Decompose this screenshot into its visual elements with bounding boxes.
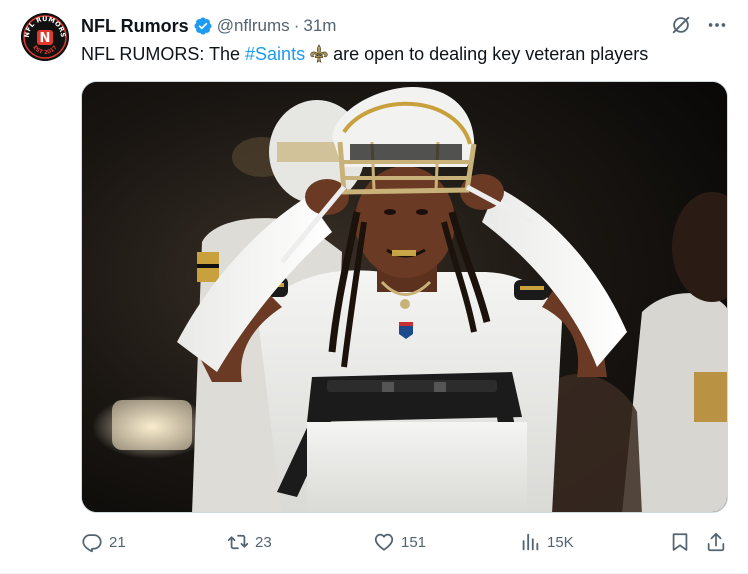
like-button[interactable]: 151 <box>373 528 426 556</box>
like-count: 151 <box>401 533 427 551</box>
grok-icon[interactable] <box>670 14 692 36</box>
retweet-count: 23 <box>255 533 272 551</box>
retweet-button[interactable]: 23 <box>227 528 272 556</box>
hashtag-link[interactable]: #Saints <box>245 43 305 65</box>
verified-badge-icon[interactable] <box>193 16 213 36</box>
separator-dot: · <box>293 16 300 35</box>
avatar-letter: N <box>40 31 51 46</box>
tweet-text-before: NFL RUMORS: The <box>81 44 241 64</box>
tweet-text: NFL RUMORS: The #Saints are open to deal… <box>81 43 648 65</box>
tweet-card[interactable]: NFL RUMORS N EST 2017 NFL Rumors @nflrum… <box>0 0 748 574</box>
share-button[interactable] <box>705 528 727 556</box>
timestamp[interactable]: 31m <box>303 16 336 36</box>
tweet-media-photo[interactable] <box>81 81 728 513</box>
retweet-icon <box>227 534 249 550</box>
heart-icon <box>374 533 394 551</box>
reply-icon <box>82 534 102 553</box>
display-name[interactable]: NFL Rumors <box>81 16 189 37</box>
handle[interactable]: @nflrums <box>217 16 290 36</box>
reply-count: 21 <box>109 533 126 551</box>
football-player-photo <box>82 82 727 512</box>
action-bar: 21 23 151 15K <box>81 528 728 556</box>
fleur-de-lis-icon <box>310 44 328 63</box>
tweet-header: NFL Rumors @nflrums · 31m <box>81 15 336 37</box>
bookmark-button[interactable] <box>669 528 691 556</box>
avatar[interactable]: NFL RUMORS N EST 2017 <box>21 13 69 61</box>
views-button[interactable]: 15K <box>519 528 574 556</box>
reply-button[interactable]: 21 <box>81 528 126 556</box>
share-icon <box>707 532 725 552</box>
views-chart-icon <box>522 533 539 551</box>
bookmark-icon <box>672 533 688 551</box>
tweet-text-after: are open to dealing key veteran players <box>333 44 649 64</box>
top-actions <box>670 14 728 36</box>
more-options-icon[interactable] <box>706 14 728 36</box>
views-count: 15K <box>547 533 574 551</box>
